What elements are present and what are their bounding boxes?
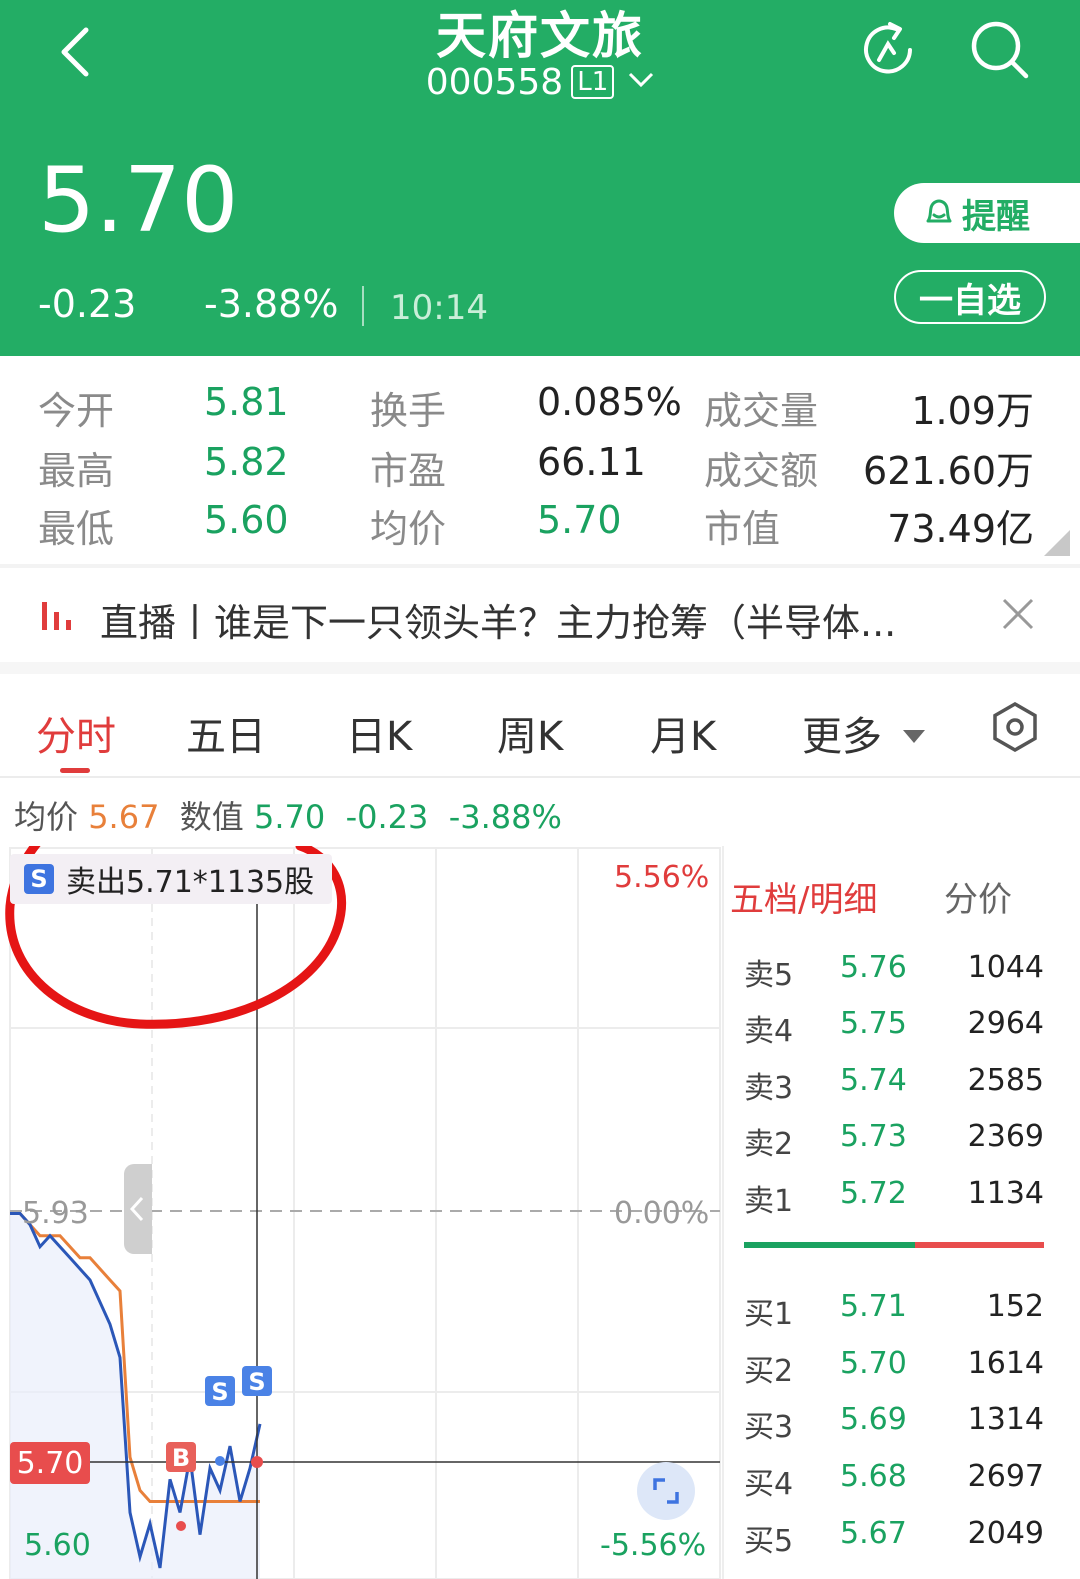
stat-value: 1.09万 xyxy=(911,389,1034,433)
divider xyxy=(0,662,1080,674)
avg-value: 5.67 xyxy=(88,798,160,836)
tab-price-distribution[interactable]: 分价 xyxy=(944,872,1012,921)
tab-intraday[interactable]: 分时 xyxy=(36,704,116,762)
s-badge: S xyxy=(24,864,54,894)
value-change-pct: -3.88% xyxy=(448,798,562,836)
buy-row: 买2 5.70 1614 xyxy=(744,1346,1044,1389)
expand-corner-icon[interactable] xyxy=(1044,530,1070,556)
stat-label: 今开 xyxy=(38,389,115,433)
stat-value: 621.60万 xyxy=(863,449,1034,493)
chevron-down-icon xyxy=(629,72,654,88)
tab-monthly-k[interactable]: 月K xyxy=(650,704,716,762)
pct-bottom-label: -5.56% xyxy=(600,1528,707,1563)
sell-row: 卖5 5.76 1044 xyxy=(744,950,1044,993)
stat-label: 最低 xyxy=(38,507,115,551)
stat-value: 5.82 xyxy=(204,440,289,484)
stat-value: 5.81 xyxy=(204,380,289,424)
pct-top-label: 5.56% xyxy=(614,860,710,895)
price-change-pct: -3.88% xyxy=(204,282,339,326)
svg-text:S: S xyxy=(248,1368,265,1396)
stat-value: 5.60 xyxy=(204,498,289,542)
svg-text:S: S xyxy=(211,1378,228,1406)
stat-value: 5.70 xyxy=(537,498,622,542)
sell-row: 卖1 5.72 1134 xyxy=(744,1176,1044,1219)
sell-row: 卖4 5.75 2964 xyxy=(744,1006,1044,1049)
chart-infobar: 均价 5.67 数值 5.70 -0.23 -3.88% xyxy=(14,792,562,838)
collapse-handle[interactable] xyxy=(124,1164,152,1254)
fullscreen-button[interactable] xyxy=(637,1462,695,1520)
level-badge: L1 xyxy=(571,65,615,99)
live-bars-icon xyxy=(42,602,71,630)
caret-down-icon xyxy=(902,730,925,743)
low-price-label: 5.60 xyxy=(24,1528,91,1563)
remind-label: 提醒 xyxy=(962,196,1030,237)
sell-tag-text: 卖出5.71*1135股 xyxy=(66,865,315,900)
stat-label: 均价 xyxy=(370,507,447,551)
current-price: 5.70 xyxy=(38,148,239,253)
stat-label: 最高 xyxy=(38,449,115,493)
refresh-icon[interactable] xyxy=(856,18,920,82)
stat-label: 市值 xyxy=(704,507,781,551)
news-banner[interactable]: 直播丨谁是下一只领头羊？主力抢筹（半导体... xyxy=(0,568,1080,662)
close-icon[interactable] xyxy=(996,592,1040,636)
buy-row: 买1 5.71 152 xyxy=(744,1289,1044,1332)
tab-more-label: 更多 xyxy=(802,714,882,760)
prev-close-label: 5.93 xyxy=(22,1196,89,1231)
stat-value: 0.085% xyxy=(537,380,682,424)
sell-trade-tag[interactable]: S 卖出5.71*1135股 xyxy=(10,854,332,904)
tab-more[interactable]: 更多 xyxy=(802,704,925,762)
value-change: -0.23 xyxy=(345,798,429,836)
value-price: 5.70 xyxy=(253,798,326,836)
stock-code: 000558 xyxy=(425,62,564,103)
tab-order-book[interactable]: 五档/明细 xyxy=(730,872,877,921)
buy-sell-ratio-bar xyxy=(744,1242,1044,1248)
search-icon[interactable] xyxy=(968,18,1032,82)
chart-tabs: 分时 五日 日K 周K 月K 更多 xyxy=(0,674,1080,778)
remind-button[interactable]: 提醒 xyxy=(894,183,1080,243)
watchlist-button[interactable]: 一自选 xyxy=(894,270,1046,324)
tab-weekly-k[interactable]: 周K xyxy=(497,704,563,762)
stats-panel: 今开 5.81 换手 0.085% 成交量 1.09万 最高 5.82 市盈 6… xyxy=(0,356,1080,564)
order-book: 五档/明细 分价 卖5 5.76 1044 卖4 5.75 2964 卖3 5.74 258… xyxy=(722,846,1080,1579)
stat-value: 73.49亿 xyxy=(887,507,1034,551)
stat-label: 成交量 xyxy=(704,389,819,433)
crosshair-price-tag: 5.70 xyxy=(10,1442,90,1484)
stat-value: 66.11 xyxy=(537,440,646,484)
value-label: 数值 xyxy=(179,798,244,836)
avg-label: 均价 xyxy=(14,798,79,836)
divider xyxy=(362,286,364,326)
buy-row: 买3 5.69 1314 xyxy=(744,1402,1044,1445)
pct-mid-label: 0.00% xyxy=(614,1196,710,1231)
chevron-left-icon xyxy=(129,1196,144,1222)
stock-header: 天府文旅 000558 L1 5.70 -0.23 -3.88% 10:14 提醒… xyxy=(0,0,1080,356)
price-change: -0.23 xyxy=(38,282,137,326)
tab-five-day[interactable]: 五日 xyxy=(186,704,266,762)
stat-label: 换手 xyxy=(370,389,447,433)
tab-daily-k[interactable]: 日K xyxy=(346,704,412,762)
buy-row: 买4 5.68 2697 xyxy=(744,1459,1044,1502)
buy-row: 买5 5.67 2049 xyxy=(744,1516,1044,1559)
svg-text:B: B xyxy=(172,1444,190,1472)
stat-label: 市盈 xyxy=(370,449,447,493)
quote-time: 10:14 xyxy=(390,288,488,328)
bell-icon xyxy=(926,199,952,223)
news-text: 直播丨谁是下一只领头羊？主力抢筹（半导体... xyxy=(100,601,897,645)
stat-label: 成交额 xyxy=(704,449,819,493)
expand-icon xyxy=(653,1478,679,1504)
tab-underline xyxy=(60,768,90,773)
sell-row: 卖3 5.74 2585 xyxy=(744,1063,1044,1106)
sell-row: 卖2 5.73 2369 xyxy=(744,1119,1044,1162)
settings-icon[interactable] xyxy=(992,702,1038,752)
